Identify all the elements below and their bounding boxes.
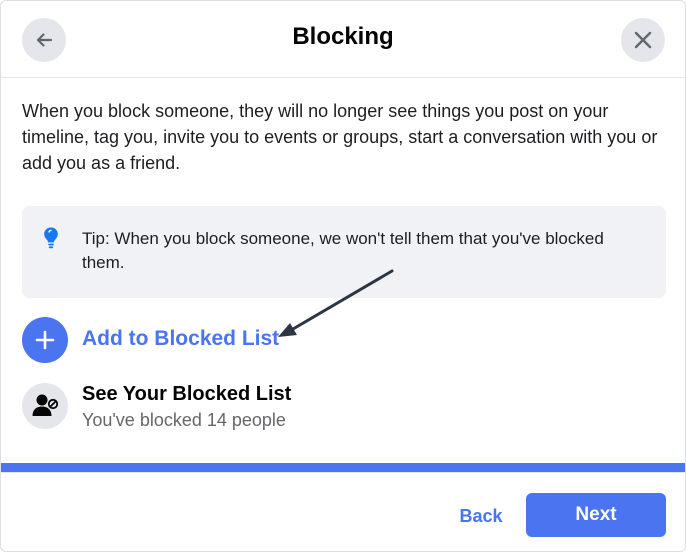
next-button[interactable]: Next	[526, 493, 666, 537]
tip-box: Tip: When you block someone, we won't te…	[22, 206, 666, 298]
add-to-blocked-list-link[interactable]: Add to Blocked List	[82, 327, 279, 351]
blocking-description: When you block someone, they will no lon…	[22, 101, 658, 173]
lightbulb-icon	[43, 226, 59, 255]
tip-text: Tip: When you block someone, we won't te…	[82, 229, 604, 272]
back-button[interactable]: Back	[453, 494, 509, 538]
plus-icon	[35, 330, 55, 350]
dialog-header: Blocking	[1, 1, 685, 78]
footer-divider	[1, 472, 685, 473]
blocked-count-text: You've blocked 14 people	[82, 410, 286, 430]
add-to-blocked-list-button[interactable]	[22, 317, 68, 363]
progress-bar	[1, 463, 685, 472]
blocked-user-icon	[32, 394, 59, 416]
dialog-title: Blocking	[292, 23, 394, 50]
see-blocked-list-title[interactable]: See Your Blocked List	[82, 383, 291, 406]
close-icon	[634, 31, 652, 49]
close-button[interactable]	[621, 18, 665, 62]
blocking-dialog: Blocking When you block someone, they wi…	[0, 0, 686, 552]
progress-fill	[1, 463, 685, 472]
see-blocked-list-button[interactable]	[22, 383, 68, 429]
